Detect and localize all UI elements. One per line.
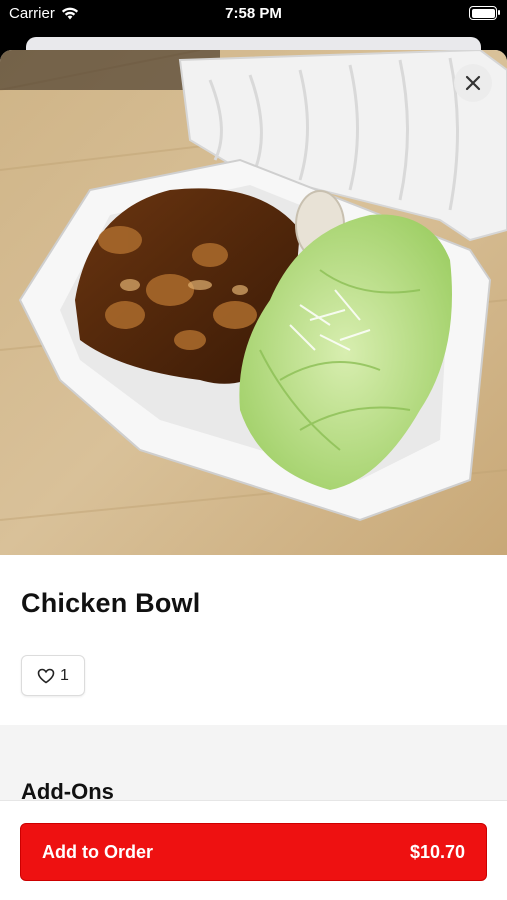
battery-icon [469,6,500,20]
item-photo [0,50,507,555]
order-footer: Add to Order $10.70 [0,800,507,900]
item-detail-sheet: Chicken Bowl 1 Add-Ons Add to Order $10.… [0,50,507,900]
status-time: 7:58 PM [225,5,282,22]
item-title: Chicken Bowl [21,588,201,618]
heart-icon [37,668,55,683]
status-bar: Carrier 7:58 PM [0,0,507,30]
like-count: 1 [60,666,69,684]
add-to-order-button[interactable]: Add to Order $10.70 [20,823,487,881]
close-button[interactable] [454,64,492,102]
like-button[interactable]: 1 [21,655,85,696]
add-to-order-label: Add to Order [42,841,153,862]
order-price: $10.70 [409,841,465,862]
close-icon [465,75,481,91]
